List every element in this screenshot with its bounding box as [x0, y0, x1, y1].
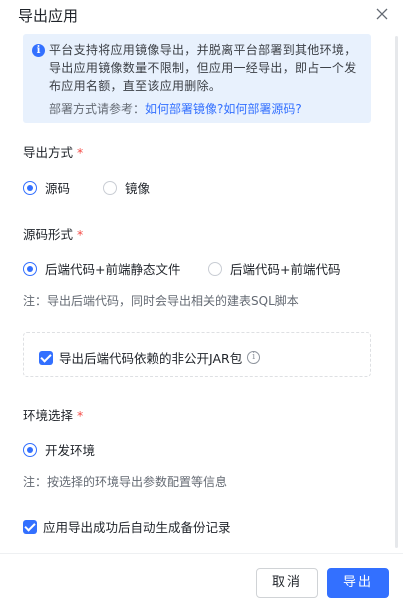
- environment-label: 环境选择 *: [23, 408, 84, 423]
- required-mark: *: [77, 227, 84, 242]
- radio-label: 后端代码+前端代码: [230, 262, 341, 277]
- radio-backend-frontend[interactable]: 后端代码+前端代码: [208, 259, 340, 278]
- radio-dot: [23, 442, 37, 457]
- deploy-reference: 部署方式请参考：如何部署镜像?如何部署源码?: [49, 100, 302, 117]
- export-method-label: 导出方式 *: [23, 145, 84, 160]
- info-icon: i: [32, 44, 45, 57]
- backup-checkbox-label: 应用导出成功后自动生成备份记录: [43, 520, 231, 535]
- radio-label: 开发环境: [45, 443, 96, 458]
- environment-note: 注：按选择的环境导出参数配置等信息: [23, 475, 228, 489]
- radio-export-image[interactable]: 镜像: [103, 178, 150, 197]
- checkbox-box: [23, 519, 37, 534]
- required-mark: *: [77, 145, 84, 160]
- jar-checkbox[interactable]: 导出后端代码依赖的非公开JAR包 i: [39, 348, 261, 367]
- deploy-image-link[interactable]: 如何部署镜像?: [145, 102, 223, 116]
- radio-export-source[interactable]: 源码: [23, 178, 70, 197]
- radio-label: 镜像: [125, 181, 151, 196]
- checkbox-box: [39, 350, 53, 365]
- source-form-label: 源码形式 *: [23, 227, 84, 242]
- backup-checkbox[interactable]: 应用导出成功后自动生成备份记录: [23, 517, 231, 536]
- radio-dev-environment[interactable]: 开发环境: [23, 440, 95, 459]
- info-circle-icon[interactable]: i: [247, 351, 261, 364]
- export-button[interactable]: 导出: [327, 568, 389, 598]
- deploy-reference-label: 部署方式请参考：: [49, 102, 146, 116]
- radio-dot: [208, 261, 222, 276]
- dialog-body: i 平台支持将应用镜像导出，并脱离平台部署到其他环境，导出应用镜像数量不限制，但…: [0, 30, 403, 553]
- radio-backend-static[interactable]: 后端代码+前端静态文件: [23, 259, 180, 278]
- radio-label: 后端代码+前端静态文件: [45, 262, 181, 277]
- radio-label: 源码: [45, 181, 71, 196]
- dialog-footer: 取消 导出: [0, 553, 403, 603]
- info-text: 平台支持将应用镜像导出，并脱离平台部署到其他环境，导出应用镜像数量不限制，但应用…: [49, 43, 357, 93]
- deploy-source-link[interactable]: 如何部署源码?: [223, 102, 301, 116]
- radio-dot: [103, 180, 117, 195]
- source-form-note: 注：导出后端代码，同时会导出相关的建表SQL脚本: [23, 294, 299, 308]
- scrollbar[interactable]: [395, 36, 398, 548]
- radio-dot: [23, 261, 37, 276]
- required-mark: *: [77, 408, 84, 423]
- info-banner: i 平台支持将应用镜像导出，并脱离平台部署到其他环境，导出应用镜像数量不限制，但…: [23, 34, 371, 123]
- jar-checkbox-label: 导出后端代码依赖的非公开JAR包: [59, 351, 243, 366]
- close-icon[interactable]: [372, 4, 392, 24]
- dialog-title: 导出应用: [18, 7, 79, 25]
- cancel-button[interactable]: 取消: [256, 568, 318, 598]
- dialog-header: 导出应用: [0, 0, 403, 30]
- radio-dot: [23, 180, 37, 195]
